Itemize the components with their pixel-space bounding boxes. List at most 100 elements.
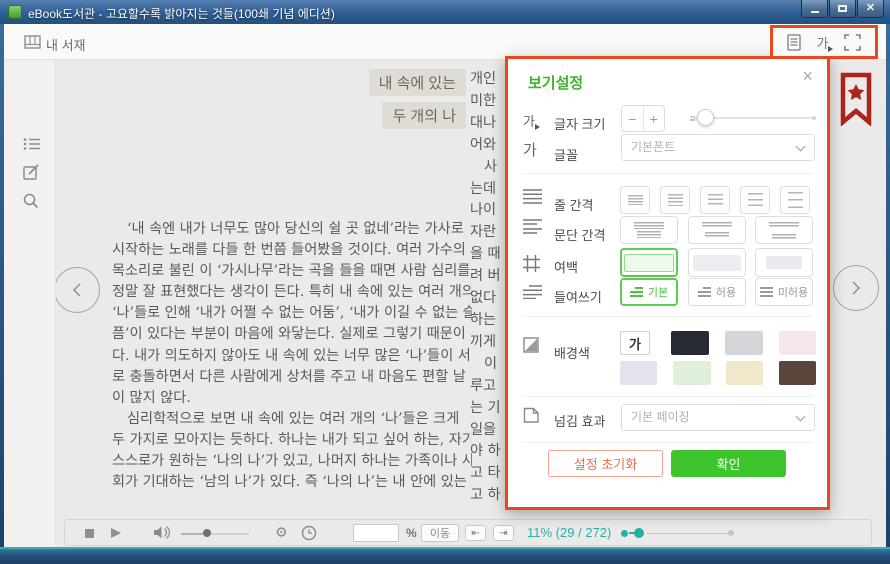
slider-handle[interactable] [697,109,714,126]
margin-option-2[interactable] [688,248,746,277]
text-line: 이 많지 않다. [112,388,472,409]
progress-slider-handle[interactable] [634,528,644,538]
window-frame-left [0,24,4,564]
title-bar: eBook도서관 - 고요할수록 밝아지는 것들(100쇄 기념 에디션) ✕ [0,0,890,24]
text-line: 다. 내가 의도하지 않아도 내 속에 있는 너무 많은 ‘나’들이 서 [112,346,472,367]
text-line: 목소리로 불린 이 ‘가시나무’라는 곡을 들을 때면 사람 심리를 [112,261,472,282]
line-spacing-label: 줄 간격 [554,195,594,214]
text-fragment: 이 [470,354,505,376]
chapter-title: 내 속에 있는 두 개의 나 [300,69,466,135]
text-fragment: 없다 [470,288,505,310]
search-icon[interactable] [23,193,39,209]
divider [522,396,813,397]
page-text: ‘내 속엔 내가 너무도 많아 당신의 쉴 곳 없네’라는 가사로 시작하는 노… [112,219,472,493]
margin-option-1-selected[interactable] [620,248,678,277]
previous-page-button[interactable] [54,267,100,313]
text-fragment: 자란 [470,222,505,244]
paragraph-spacing-option-1[interactable] [620,216,678,244]
speaker-icon[interactable] [153,525,170,540]
bookmark-icon[interactable] [838,72,874,126]
chevron-left-icon [71,282,83,298]
paragraph-glyph [702,222,732,238]
confirm-button[interactable]: 확인 [671,450,786,477]
page-turn-effect-icon [523,407,540,424]
margin-option-3[interactable] [755,248,813,277]
text-fragment: 하는 [470,310,505,332]
bg-swatch-label: 가 [629,334,641,353]
line-spacing-option-3[interactable] [700,186,730,214]
text-fragment: 고 타 [470,463,505,485]
my-library-button[interactable]: 내 서재 [46,35,86,54]
notes-icon[interactable] [23,164,40,180]
page-turn-effect-select[interactable]: 기본 페이징 [621,404,815,431]
line-spacing-option-1[interactable] [620,186,650,214]
bg-swatch-dark[interactable] [671,331,709,355]
indent-option-allow[interactable]: 허용 [688,278,746,306]
paragraph-spacing-icon [523,219,542,234]
font-face-icon: 가 [523,139,537,160]
paragraph-spacing-option-3[interactable] [755,216,813,244]
view-settings-panel: 보기설정 × 가 글자 크기 − + 가 글꼴 기본폰트 줄 간격 [505,56,830,510]
bg-swatch-white[interactable]: 가 [620,331,650,355]
text-line: ‘나’들로 인해 ‘내가 어쩔 수 없는 어둠’, ‘내가 이길 수 없는 슬 [112,303,472,324]
chevron-down-icon [796,142,806,152]
panel-close-icon[interactable]: × [802,67,813,85]
app-icon [8,5,22,19]
indent-icon [523,285,542,299]
background-color-label: 배경색 [554,343,590,362]
indent-option-label: 미허용 [778,284,808,300]
maximize-button[interactable] [829,0,856,18]
font-size-increase-button[interactable]: + [644,106,665,131]
page-percent-input[interactable] [353,524,399,542]
bg-swatch-pink[interactable] [779,331,816,355]
progress-track[interactable] [647,533,729,535]
fullscreen-icon[interactable] [844,34,861,51]
tts-settings-gear-icon[interactable]: ⚙ [275,525,288,541]
tts-stop-icon[interactable] [85,529,94,538]
jump-to-start-button[interactable]: ⇤ [465,525,486,541]
paragraph-spacing-option-2[interactable] [688,216,746,244]
library-icon [24,35,41,49]
text-line: 스스로가 원하는 ‘나의 나’가 있고, 나머지 하나는 가족이나 사 [112,451,472,472]
timer-clock-icon[interactable] [301,525,317,541]
text-fragment: 미한 [470,91,505,113]
reset-settings-button[interactable]: 설정 초기화 [548,450,663,477]
bg-swatch-gray[interactable] [725,331,763,355]
bg-swatch-brown[interactable] [779,361,816,385]
percent-symbol: % [406,526,417,540]
text-line: 시작하는 노래를 다들 한 번쯤 들어봤을 것이다. 여러 가수의 [112,240,472,261]
line-spacing-option-4[interactable] [740,186,770,214]
text-fragment: 야 하 [470,441,505,463]
background-color-icon [523,337,539,353]
font-size-slider[interactable] [690,109,816,127]
line-spacing-option-5[interactable] [780,186,810,214]
bg-swatch-cream[interactable] [726,361,763,385]
minimize-button[interactable] [801,0,828,18]
font-size-decrease-button[interactable]: − [622,106,644,131]
toolbar-top: 내 서재 [4,24,886,60]
close-button[interactable]: ✕ [857,0,884,18]
text-fragment: 루고 [470,376,505,398]
indent-option-disallow[interactable]: 미허용 [755,278,813,306]
panel-title: 보기설정 [528,72,583,93]
text-line: ‘내 속엔 내가 너무도 많아 당신의 쉴 곳 없네’라는 가사로 [112,219,472,240]
jump-to-end-button[interactable]: ⇥ [493,525,514,541]
indent-glyph [698,286,711,297]
chevron-down-icon [796,412,806,422]
table-of-contents-icon[interactable] [23,137,41,151]
goto-button[interactable]: 이동 [421,524,459,542]
volume-slider-handle[interactable] [203,529,211,537]
bg-swatch-lavender[interactable] [620,361,657,385]
font-settings-icon[interactable]: 가 [817,33,829,52]
font-face-select[interactable]: 기본폰트 [621,134,815,161]
line-spacing-option-2[interactable] [660,186,690,214]
page-turn-effect-value: 기본 페이징 [631,410,690,424]
tts-play-icon[interactable] [111,528,121,538]
text-fragment: 개인 [470,69,505,91]
page-view-settings-icon[interactable] [787,34,801,51]
reading-progress-text: 11% (29 / 272) [527,525,611,540]
next-page-button[interactable] [833,265,879,311]
window-title: eBook도서관 - 고요할수록 밝아지는 것들(100쇄 기념 에디션) [28,5,335,22]
bg-swatch-green[interactable] [673,361,711,385]
indent-option-default-selected[interactable]: 기본 [620,278,678,306]
